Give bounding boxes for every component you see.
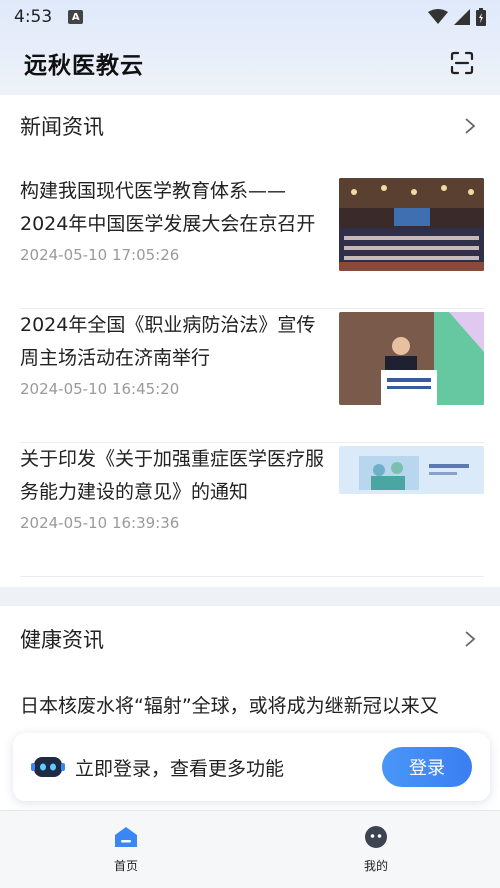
news-text: 关于印发《关于加强重症医学医疗服务能力建设的意见》的通知 2024-05-10 … bbox=[20, 443, 330, 532]
news-item[interactable]: 关于印发《关于加强重症医学医疗服务能力建设的意见》的通知 2024-05-10 … bbox=[20, 443, 484, 577]
robot-icon bbox=[31, 757, 65, 777]
bottom-tabbar: 首页 我的 bbox=[0, 810, 500, 888]
news-time: 2024-05-10 17:05:26 bbox=[20, 246, 180, 264]
news-section-header[interactable]: 新闻资讯 bbox=[0, 95, 500, 157]
scan-icon bbox=[450, 51, 474, 75]
news-section: 新闻资讯 构建我国现代医学教育体系——2024年中国医学发展大会在京召开 202… bbox=[0, 95, 500, 587]
chevron-right-icon[interactable] bbox=[460, 629, 480, 649]
health-section-header[interactable]: 健康资讯 bbox=[0, 608, 500, 670]
login-button[interactable]: 登录 bbox=[382, 747, 472, 787]
news-item[interactable]: 构建我国现代医学教育体系——2024年中国医学发展大会在京召开 2024-05-… bbox=[20, 175, 484, 309]
tab-home[interactable]: 首页 bbox=[86, 825, 166, 874]
health-news-title[interactable]: 日本核废水将“辐射”全球，或将成为继新冠以来又 bbox=[20, 690, 490, 723]
status-bar: 4:53 A bbox=[0, 0, 500, 34]
news-title: 2024年全国《职业病防治法》宣传周主场活动在济南举行 bbox=[20, 314, 316, 369]
news-time: 2024-05-10 16:39:36 bbox=[20, 514, 180, 532]
news-text: 构建我国现代医学教育体系——2024年中国医学发展大会在京召开 2024-05-… bbox=[20, 175, 330, 264]
login-banner: 立即登录，查看更多功能 登录 bbox=[13, 733, 490, 801]
scan-button[interactable] bbox=[448, 49, 476, 77]
battery-icon bbox=[476, 8, 486, 26]
login-prompt: 立即登录，查看更多功能 bbox=[75, 757, 285, 780]
app-header: 远秋医教云 bbox=[0, 40, 500, 86]
app-title: 远秋医教云 bbox=[24, 53, 144, 79]
notification-icon: A bbox=[68, 10, 84, 24]
status-time: 4:53 bbox=[14, 7, 53, 27]
health-section-title: 健康资讯 bbox=[20, 628, 104, 652]
news-title: 关于印发《关于加强重症医学医疗服务能力建设的意见》的通知 bbox=[20, 448, 325, 503]
news-title: 构建我国现代医学教育体系——2024年中国医学发展大会在京召开 bbox=[20, 180, 316, 235]
wifi-icon bbox=[428, 9, 448, 24]
tab-mine-label: 我的 bbox=[363, 859, 388, 873]
status-indicators bbox=[428, 8, 486, 26]
news-time: 2024-05-10 16:45:20 bbox=[20, 380, 180, 398]
signal-icon bbox=[454, 9, 470, 25]
news-thumbnail bbox=[339, 178, 484, 271]
news-item[interactable]: 2024年全国《职业病防治法》宣传周主场活动在济南举行 2024-05-10 1… bbox=[20, 309, 484, 443]
home-icon bbox=[115, 827, 137, 847]
news-thumbnail bbox=[339, 312, 484, 405]
news-text: 2024年全国《职业病防治法》宣传周主场活动在济南举行 2024-05-10 1… bbox=[20, 309, 330, 398]
chevron-right-icon[interactable] bbox=[460, 116, 480, 136]
tab-mine[interactable]: 我的 bbox=[336, 825, 416, 874]
news-thumbnail bbox=[339, 446, 484, 494]
user-icon bbox=[365, 826, 387, 848]
news-section-title: 新闻资讯 bbox=[20, 115, 104, 139]
tab-home-label: 首页 bbox=[113, 859, 138, 873]
